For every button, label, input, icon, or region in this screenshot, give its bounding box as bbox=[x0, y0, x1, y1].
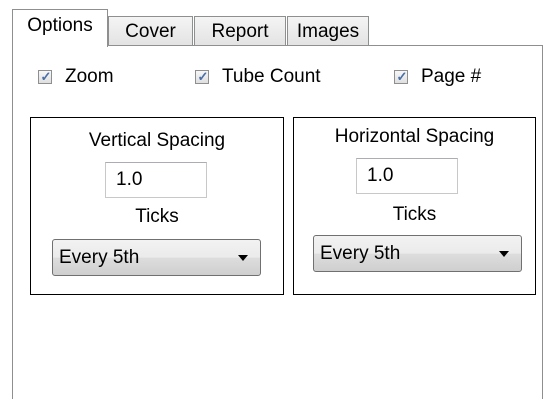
page-number-checkbox[interactable]: ✓ Page # bbox=[394, 66, 481, 88]
chevron-down-icon[interactable] bbox=[499, 251, 509, 257]
vertical-spacing-group: Vertical Spacing 1.0 Ticks Every 5th bbox=[30, 117, 284, 295]
checkmark-icon: ✓ bbox=[40, 69, 52, 84]
horizontal-spacing-group: Horizontal Spacing 1.0 Ticks Every 5th bbox=[293, 117, 536, 295]
vertical-ticks-label: Ticks bbox=[135, 206, 179, 227]
chevron-down-icon[interactable] bbox=[238, 255, 248, 261]
zoom-checkbox[interactable]: ✓ Zoom bbox=[38, 66, 114, 88]
checkbox-box[interactable]: ✓ bbox=[394, 69, 408, 84]
tube-count-checkbox[interactable]: ✓ Tube Count bbox=[195, 66, 321, 88]
vertical-spacing-title: Vertical Spacing bbox=[88, 130, 226, 151]
tab-report[interactable]: Report bbox=[194, 16, 286, 47]
horizontal-ticks-dropdown[interactable]: Every 5th bbox=[313, 235, 522, 272]
horizontal-ticks-selected: Every 5th bbox=[320, 243, 401, 264]
checkmark-icon: ✓ bbox=[396, 69, 408, 84]
tab-strip: Options Cover Report Images bbox=[12, 9, 542, 47]
vertical-ticks-dropdown[interactable]: Every 5th bbox=[52, 239, 261, 276]
checkmark-icon: ✓ bbox=[197, 69, 209, 84]
vertical-ticks-selected: Every 5th bbox=[59, 247, 140, 268]
tab-images[interactable]: Images bbox=[287, 16, 369, 47]
horizontal-spacing-input[interactable]: 1.0 bbox=[356, 158, 458, 194]
options-panel: ✓ Zoom ✓ Tube Count ✓ Page # Vertical Sp… bbox=[12, 45, 543, 399]
tab-cover[interactable]: Cover bbox=[108, 16, 193, 47]
checkbox-box[interactable]: ✓ bbox=[38, 69, 52, 84]
horizontal-ticks-label: Ticks bbox=[392, 204, 437, 225]
zoom-label: Zoom bbox=[65, 66, 114, 87]
tab-options[interactable]: Options bbox=[12, 9, 108, 47]
tube-count-label: Tube Count bbox=[222, 66, 321, 87]
page-number-label: Page # bbox=[421, 66, 482, 87]
vertical-spacing-input[interactable]: 1.0 bbox=[105, 162, 207, 198]
horizontal-spacing-title: Horizontal Spacing bbox=[334, 126, 495, 147]
checkbox-box[interactable]: ✓ bbox=[195, 69, 209, 84]
